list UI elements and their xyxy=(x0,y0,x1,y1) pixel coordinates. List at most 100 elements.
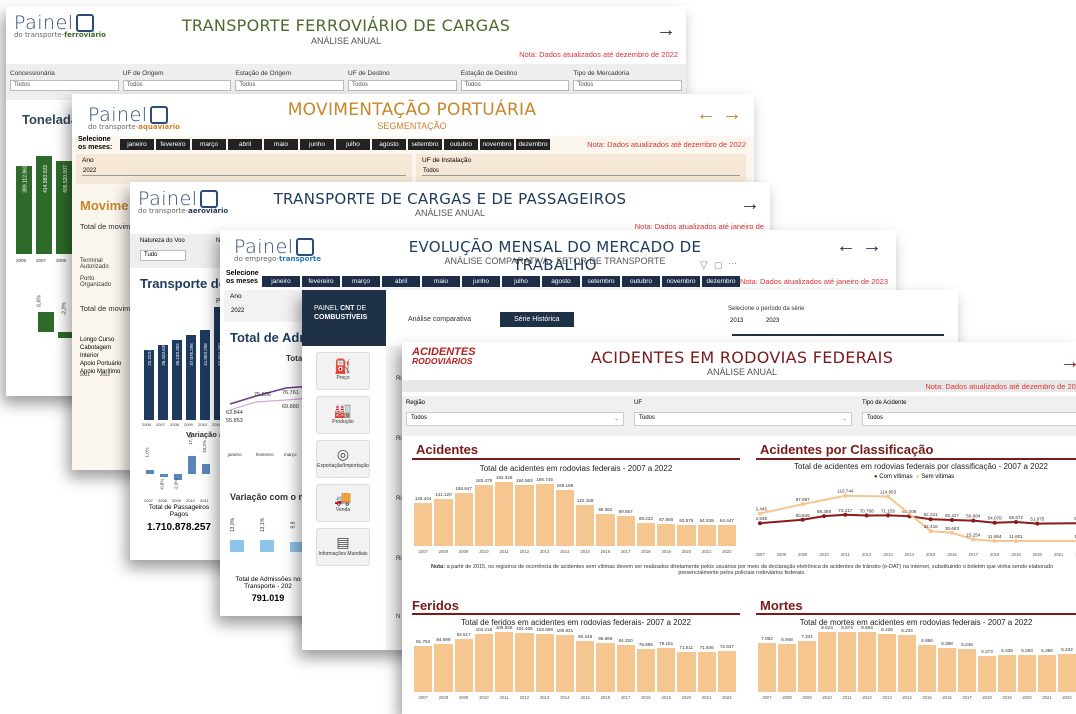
select-value: Todos xyxy=(639,415,656,421)
ano-select[interactable]: 2022 xyxy=(82,167,406,176)
page-title: MOVIMENTAÇÃO PORTUÁRIA xyxy=(287,100,537,120)
month-button-9[interactable]: outubro xyxy=(622,276,660,287)
back-arrow-icon[interactable]: ← xyxy=(836,236,856,256)
filter-label: Ano xyxy=(82,157,94,164)
x-label: 2009 xyxy=(184,422,193,427)
month-button-7[interactable]: agosto xyxy=(542,276,580,287)
natureza-select[interactable]: Tudo xyxy=(140,250,186,261)
nav-item[interactable]: Longo Curso xyxy=(80,336,121,344)
logo-sub: do transporte xyxy=(14,31,62,39)
sidebar-item-venda[interactable]: 🚚 Venda xyxy=(316,484,370,522)
month-button-11[interactable]: dezembro xyxy=(516,139,550,150)
bar xyxy=(616,644,635,692)
month-button-4[interactable]: maio xyxy=(422,276,460,287)
month-button-5[interactable]: junho xyxy=(300,139,334,150)
x-tick-label: 2009 xyxy=(798,552,808,556)
logo-tag: aeroviário xyxy=(188,207,229,215)
data-label: 141.120 xyxy=(435,492,452,498)
bar xyxy=(717,651,736,692)
filter-icon[interactable]: ▽ xyxy=(700,260,708,271)
sidebar-item-informacoes[interactable]: ▤ Informações Mundiais xyxy=(316,528,370,566)
bar xyxy=(535,483,554,546)
x-tick-label: 2020 xyxy=(681,695,692,700)
month-button-0[interactable]: janeiro xyxy=(120,139,154,150)
page-subtitle: ANÁLISE ANUAL xyxy=(414,208,486,218)
month-button-2[interactable]: março xyxy=(192,139,226,150)
month-button-7[interactable]: agosto xyxy=(372,139,406,150)
month-button-9[interactable]: outubro xyxy=(444,139,478,150)
periodo-slider[interactable] xyxy=(732,334,944,336)
data-label: 62.221 xyxy=(924,512,938,517)
sidebar-item-producao[interactable]: 🏭 Produção xyxy=(316,396,370,434)
month-button-1[interactable]: fevereiro xyxy=(156,139,190,150)
nav-item[interactable]: Apoio Portuário xyxy=(80,360,121,368)
month-button-8[interactable]: setembro xyxy=(408,139,442,150)
data-label: 97.087 xyxy=(796,497,810,502)
page-subtitle: ANÁLISE ANUAL xyxy=(310,36,382,46)
periodo-to[interactable]: 2023 xyxy=(766,318,779,324)
bar-label: 37.076.296 xyxy=(188,343,194,366)
logo-subtitle: do transporte-ferroviário xyxy=(14,31,106,39)
month-button-10[interactable]: novembro xyxy=(662,276,700,287)
x-tick-label: 2018 xyxy=(990,552,1000,556)
x-tick-label: 2012 xyxy=(519,695,530,700)
next-arrow-icon[interactable]: → xyxy=(740,194,760,214)
tipo-select[interactable]: Todos xyxy=(862,412,1076,426)
month-button-2[interactable]: março xyxy=(342,276,380,287)
data-point xyxy=(1035,521,1040,526)
bar-label: 41.083.206 xyxy=(202,343,208,366)
filter-label: UF de Origem xyxy=(122,70,164,77)
month-button-8[interactable]: setembro xyxy=(582,276,620,287)
next-arrow-icon[interactable]: → xyxy=(722,104,742,124)
month-button-10[interactable]: novembro xyxy=(480,139,514,150)
month-button-0[interactable]: janeiro xyxy=(262,276,300,287)
filter-select[interactable]: Todos xyxy=(10,80,119,91)
bar-label: 405.520.007 xyxy=(62,165,69,193)
month-button-11[interactable]: dezembro xyxy=(702,276,740,287)
focus-icon[interactable]: ▢ xyxy=(714,260,723,271)
tab-serie-historica[interactable]: Série Histórica xyxy=(500,312,574,327)
month-button-1[interactable]: fevereiro xyxy=(302,276,340,287)
month-button-6[interactable]: julho xyxy=(502,276,540,287)
next-arrow-icon[interactable]: → xyxy=(862,236,882,256)
painel-logo: Painel do emprego-transporte xyxy=(234,236,321,263)
filter-select[interactable]: Todos xyxy=(460,80,570,91)
filter-select[interactable]: Todos xyxy=(573,80,683,91)
month-button-3[interactable]: abril xyxy=(382,276,420,287)
month-button-6[interactable]: julho xyxy=(336,139,370,150)
tab-analise-comparativa[interactable]: Análise comparativa xyxy=(408,316,471,323)
x-label: janeiro xyxy=(228,452,242,457)
x-label: 2009 xyxy=(172,498,181,503)
data-point xyxy=(1014,520,1018,525)
bar xyxy=(434,644,453,692)
sidebar-item-exportacao[interactable]: ◎ Exportação/Importação xyxy=(316,440,370,478)
next-arrow-icon[interactable]: → xyxy=(656,20,676,40)
nav-item[interactable]: Interior xyxy=(80,352,121,360)
x-tick-label: 2012 xyxy=(862,552,872,556)
regiao-select[interactable]: Todos ⌄ xyxy=(406,412,624,426)
month-button-5[interactable]: junho xyxy=(462,276,500,287)
more-options-icon[interactable]: ⋯ xyxy=(728,258,737,269)
uf-select[interactable]: Todos ⌄ xyxy=(634,412,852,426)
brand-text: PAINEL CNT DE COMBUSTÍVEIS xyxy=(302,290,386,322)
month-button-4[interactable]: maio xyxy=(264,139,298,150)
filter-select[interactable]: Todos xyxy=(122,80,232,91)
uf-select[interactable]: Todos xyxy=(422,167,740,176)
x-tick-label: 2018 xyxy=(641,695,651,700)
sidebar-item-preco[interactable]: ⛽ Preço xyxy=(316,352,370,390)
pct-label: -0,8% xyxy=(159,478,165,491)
x-label: 2007 xyxy=(156,422,165,427)
back-arrow-icon[interactable]: ← xyxy=(696,104,716,124)
data-label: 69.358 xyxy=(817,509,831,514)
line-chart-classificacao: 52.93860.84669.35872.41770.76871.15569.2… xyxy=(756,489,1076,556)
next-arrow-icon[interactable]: → xyxy=(1060,352,1076,372)
top-bar xyxy=(386,290,958,346)
filter-select[interactable]: Todos xyxy=(235,80,345,91)
month-button-3[interactable]: abril xyxy=(228,139,262,150)
filter-select[interactable]: Todos xyxy=(348,80,457,91)
logo-sub: do transporte xyxy=(138,207,186,215)
nav-item[interactable]: Cabotagem xyxy=(80,344,121,352)
bar-label: 36.433.639 xyxy=(160,343,166,366)
periodo-from[interactable]: 2013 xyxy=(730,318,743,324)
data-label: 169.198 xyxy=(556,482,574,488)
